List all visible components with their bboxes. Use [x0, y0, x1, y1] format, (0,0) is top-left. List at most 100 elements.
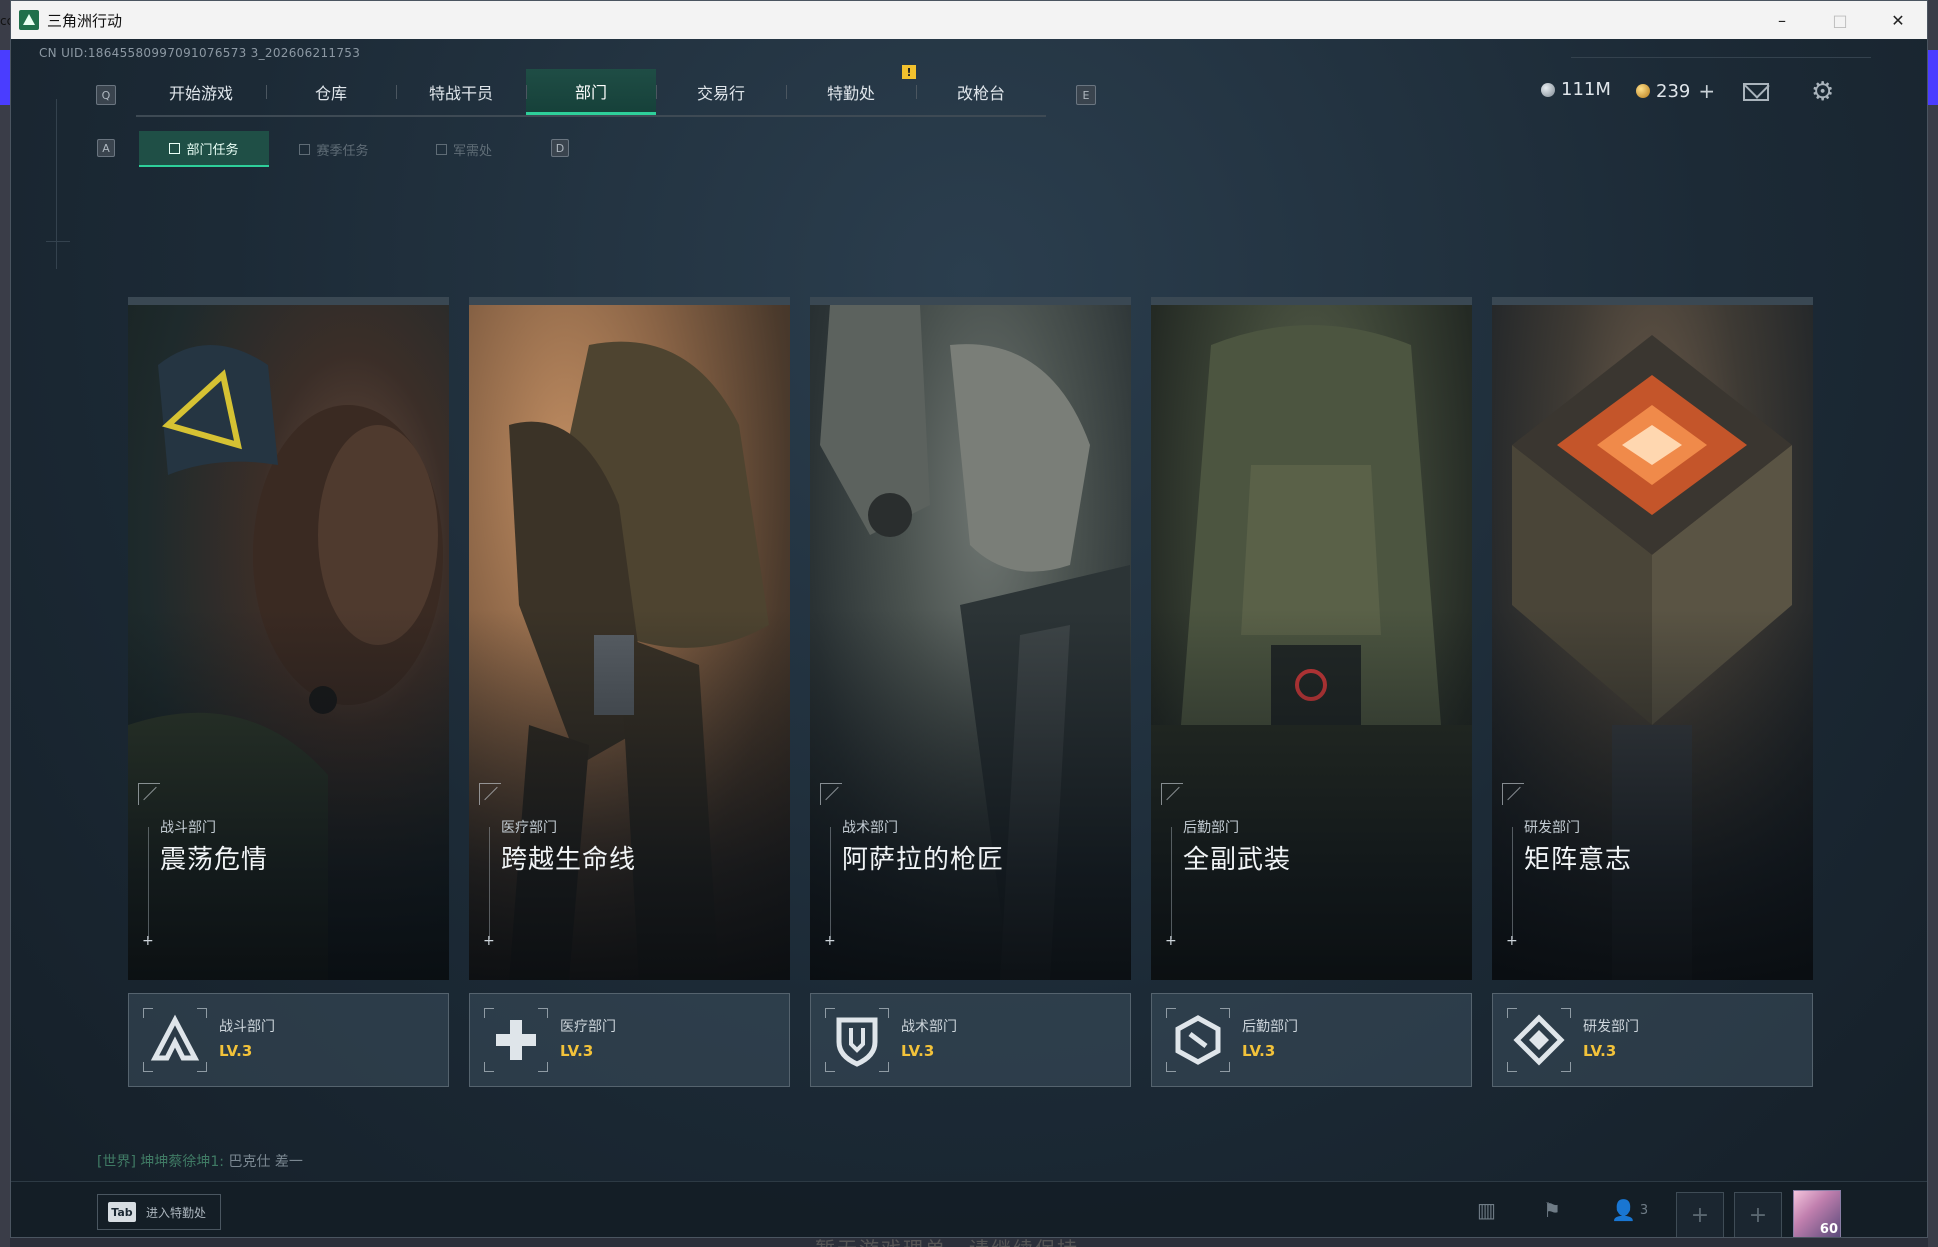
card-header-strip: [1492, 297, 1813, 305]
card-title: 全副武装: [1183, 845, 1292, 875]
tab-start-game[interactable]: 开始游戏: [136, 69, 266, 115]
card-category: 战斗部门: [160, 820, 216, 836]
tab-gunsmith[interactable]: 改枪台: [916, 69, 1046, 115]
department-level-panel[interactable]: 后勤部门 LV.3: [1151, 993, 1472, 1087]
game-window: 三角洲行动 – □ ✕ CN UID:18645580997091076573 …: [10, 0, 1928, 1238]
team-slot-2[interactable]: +: [1734, 1192, 1782, 1237]
tab-supply[interactable]: 军需处: [399, 131, 529, 167]
stats-chart-icon[interactable]: ▥: [1477, 1198, 1496, 1222]
player-uid: CN UID:18645580997091076573 3_2026062117…: [39, 46, 361, 60]
silver-currency: 111M: [1541, 79, 1611, 100]
card-guide-line: [830, 827, 831, 939]
tab-season-tasks[interactable]: 赛季任务: [269, 131, 399, 167]
tab-warehouse[interactable]: 仓库: [266, 69, 396, 115]
card-guide-line: [148, 827, 149, 939]
team-slot-1[interactable]: +: [1676, 1192, 1724, 1237]
player-avatar[interactable]: 60: [1793, 1190, 1841, 1237]
card-header-strip: [128, 297, 449, 305]
research-diamond-icon: [1507, 1008, 1571, 1072]
chat-message: 巴克仕 差一: [228, 1154, 303, 1170]
team-button[interactable]: 👤 3: [1611, 1198, 1648, 1222]
card-corner-mark: [1161, 783, 1183, 805]
department-level-panel[interactable]: 医疗部门 LV.3: [469, 993, 790, 1087]
card-corner-mark: [138, 783, 160, 805]
card-title: 跨越生命线: [501, 845, 637, 875]
maximize-button[interactable]: □: [1811, 1, 1869, 39]
player-level: 60: [1819, 1222, 1838, 1237]
tab-departments[interactable]: 部门: [526, 69, 656, 115]
department-card-medical[interactable]: 医疗部门 跨越生命线 + 医疗部门 LV.3: [469, 297, 790, 1087]
sub-nav: 部门任务 赛季任务 军需处: [139, 131, 529, 167]
card-artwork: [128, 305, 449, 980]
department-level-panel[interactable]: 研发部门 LV.3: [1492, 993, 1813, 1087]
card-artwork: [1151, 305, 1472, 980]
card-corner-mark: [820, 783, 842, 805]
card-header-strip: [810, 297, 1131, 305]
department-name: 后勤部门: [1242, 1019, 1298, 1035]
mail-icon[interactable]: [1743, 83, 1769, 101]
deco-line: [1571, 57, 1871, 58]
department-card-research[interactable]: 研发部门 矩阵意志 + 研发部门 LV.3: [1492, 297, 1813, 1087]
department-card-logistics[interactable]: 后勤部门 全副武装 + 后勤部门 LV.3: [1151, 297, 1472, 1087]
department-level: LV.3: [901, 1042, 935, 1060]
card-plus-mark: +: [1506, 933, 1518, 949]
world-chat-line[interactable]: [世界] 坤坤蔡徐坤1: 巴克仕 差一: [97, 1151, 303, 1171]
gold-currency: 239 +: [1636, 79, 1715, 103]
app-logo-icon: [19, 10, 39, 30]
nav-prev-key[interactable]: Q: [96, 85, 116, 105]
subnav-prev-key[interactable]: A: [97, 139, 115, 157]
medical-cross-icon: [484, 1008, 548, 1072]
department-level-panel[interactable]: 战术部门 LV.3: [810, 993, 1131, 1087]
department-card-tactical[interactable]: 战术部门 阿萨拉的枪匠 + 战术部门 LV.3: [810, 297, 1131, 1087]
tab-department-tasks[interactable]: 部门任务: [139, 131, 269, 167]
card-shade: [810, 608, 1131, 980]
tab-label: 军需处: [452, 143, 492, 159]
tactical-shield-icon: [825, 1008, 889, 1072]
card-plus-mark: +: [824, 933, 836, 949]
card-guide-line: [1171, 827, 1172, 939]
window-titlebar[interactable]: 三角洲行动 – □ ✕: [11, 1, 1927, 39]
enter-special-ops-button[interactable]: Tab 进入特勤处: [97, 1194, 222, 1230]
tab-label: 部门任务: [186, 142, 239, 158]
tab-label: 赛季任务: [316, 143, 369, 159]
window-title: 三角洲行动: [47, 11, 123, 30]
card-category: 后勤部门: [1183, 820, 1239, 836]
gold-coin-icon: [1636, 84, 1650, 98]
silver-amount: 111M: [1561, 79, 1611, 100]
deco-line: [56, 99, 57, 269]
bottom-bar: Tab 进入特勤处 ▥ ⚑ 👤 3 + + 60: [11, 1181, 1927, 1237]
desktop-left-edge: cc: [0, 0, 13, 1247]
card-shade: [128, 608, 449, 980]
close-button[interactable]: ✕: [1869, 1, 1927, 39]
subnav-next-key[interactable]: D: [551, 139, 569, 157]
deco-line: [46, 241, 70, 242]
add-currency-button[interactable]: +: [1698, 79, 1715, 103]
desktop-right-edge: [1928, 0, 1938, 1247]
department-name: 医疗部门: [560, 1019, 616, 1035]
gear-icon[interactable]: ⚙: [1811, 79, 1834, 105]
minimize-button[interactable]: –: [1753, 1, 1811, 39]
flag-icon[interactable]: ⚑: [1543, 1198, 1561, 1222]
tab-key-badge: Tab: [108, 1202, 136, 1222]
department-level-panel[interactable]: 战斗部门 LV.3: [128, 993, 449, 1087]
card-artwork: [469, 305, 790, 980]
department-level: LV.3: [219, 1042, 253, 1060]
window-controls: – □ ✕: [1753, 1, 1927, 39]
tab-operators[interactable]: 特战干员: [396, 69, 526, 115]
game-viewport: CN UID:18645580997091076573 3_2026062117…: [11, 39, 1927, 1237]
chat-user: 坤坤蔡徐坤1:: [140, 1154, 225, 1170]
notification-alert-icon: !: [902, 65, 916, 79]
card-title: 阿萨拉的枪匠: [842, 845, 1005, 875]
card-plus-mark: +: [1165, 933, 1177, 949]
card-title: 震荡危情: [160, 845, 269, 875]
card-artwork: [1492, 305, 1813, 980]
card-shade: [1492, 608, 1813, 980]
tab-trade[interactable]: 交易行: [656, 69, 786, 115]
tab-special-ops[interactable]: 特勤处: [786, 69, 916, 115]
department-card-combat[interactable]: 战斗部门 震荡危情 + 战斗部门 LV.3: [128, 297, 449, 1087]
card-title: 矩阵意志: [1524, 845, 1633, 875]
logistics-hex-icon: [1166, 1008, 1230, 1072]
nav-next-key[interactable]: E: [1076, 85, 1096, 105]
department-name: 研发部门: [1583, 1019, 1639, 1035]
card-plus-mark: +: [142, 933, 154, 949]
